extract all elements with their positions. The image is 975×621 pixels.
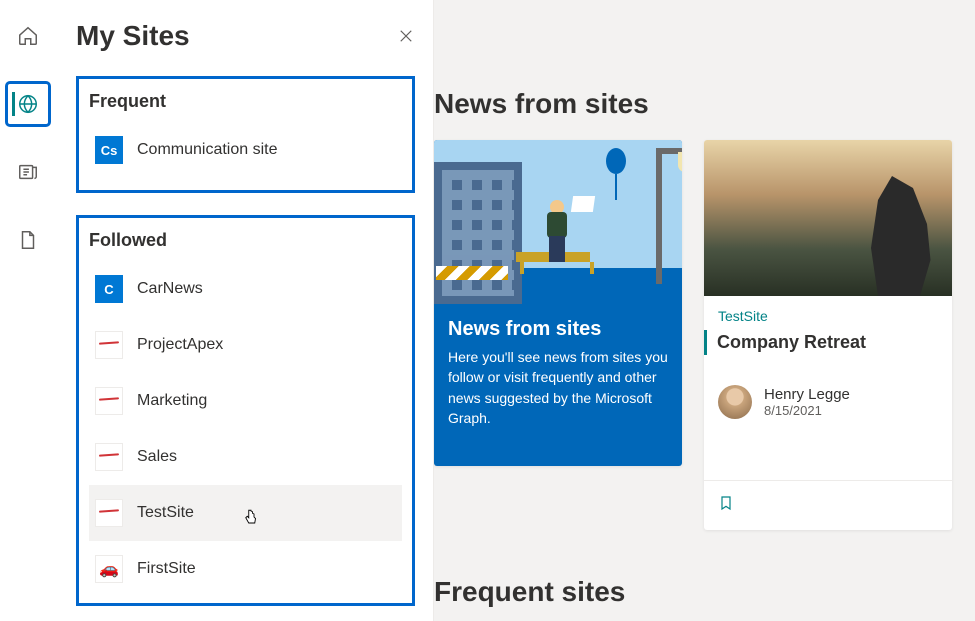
rail-home[interactable] [8, 16, 48, 56]
site-name: TestSite [137, 504, 194, 522]
my-sites-panel: My Sites Frequent Cs Communication site F… [56, 0, 434, 621]
site-name: Marketing [137, 392, 207, 410]
app-rail [0, 0, 56, 621]
home-icon [17, 25, 39, 47]
frequent-sites-heading: Frequent sites [434, 576, 975, 608]
site-row[interactable]: TestSite [89, 485, 402, 541]
post-author-row: Henry Legge 8/15/2021 [704, 367, 952, 437]
site-icon [95, 443, 123, 471]
site-row[interactable]: Cs Communication site [89, 122, 402, 178]
main-content: News from sites News from sites Here you… [434, 0, 975, 621]
rail-files[interactable] [8, 220, 48, 260]
author-avatar [718, 385, 752, 419]
panel-title: My Sites [76, 20, 190, 52]
globe-icon [17, 93, 39, 115]
rail-sites[interactable] [8, 84, 48, 124]
site-icon [95, 387, 123, 415]
frequent-section: Frequent Cs Communication site [76, 76, 415, 193]
site-name: ProjectApex [137, 336, 223, 354]
post-date: 8/15/2021 [764, 403, 850, 418]
close-icon [397, 27, 415, 45]
site-row[interactable]: Marketing [89, 373, 402, 429]
news-from-sites-heading: News from sites [434, 88, 975, 120]
post-thumbnail [704, 140, 952, 296]
frequent-heading: Frequent [89, 91, 402, 112]
site-icon [95, 499, 123, 527]
site-icon: Cs [95, 136, 123, 164]
site-icon: 🚗 [95, 555, 123, 583]
close-button[interactable] [397, 27, 415, 45]
bookmark-icon[interactable] [718, 493, 734, 513]
news-post-card[interactable]: TestSite Company Retreat Henry Legge 8/1… [704, 140, 952, 530]
post-title: Company Retreat [704, 330, 938, 355]
news-icon [17, 161, 39, 183]
rail-news[interactable] [8, 152, 48, 192]
news-card-title: News from sites [434, 304, 682, 347]
followed-heading: Followed [89, 230, 402, 251]
followed-section: Followed C CarNews ProjectApex Marketing Sal… [76, 215, 415, 606]
file-icon [17, 229, 39, 251]
news-cards-row: News from sites Here you'll see news fro… [434, 140, 975, 530]
author-name: Henry Legge [764, 386, 850, 403]
site-row[interactable]: 🚗 FirstSite [89, 541, 402, 597]
post-site-link[interactable]: TestSite [718, 308, 938, 324]
site-name: Sales [137, 448, 177, 466]
news-card-desc: Here you'll see news from sites you foll… [434, 347, 682, 442]
site-row[interactable]: Sales [89, 429, 402, 485]
site-icon: C [95, 275, 123, 303]
news-illustration [434, 140, 682, 304]
site-icon [95, 331, 123, 359]
site-name: Communication site [137, 141, 278, 159]
site-row[interactable]: C CarNews [89, 261, 402, 317]
site-name: CarNews [137, 280, 203, 298]
site-row[interactable]: ProjectApex [89, 317, 402, 373]
site-name: FirstSite [137, 560, 196, 578]
news-placeholder-card[interactable]: News from sites Here you'll see news fro… [434, 140, 682, 466]
